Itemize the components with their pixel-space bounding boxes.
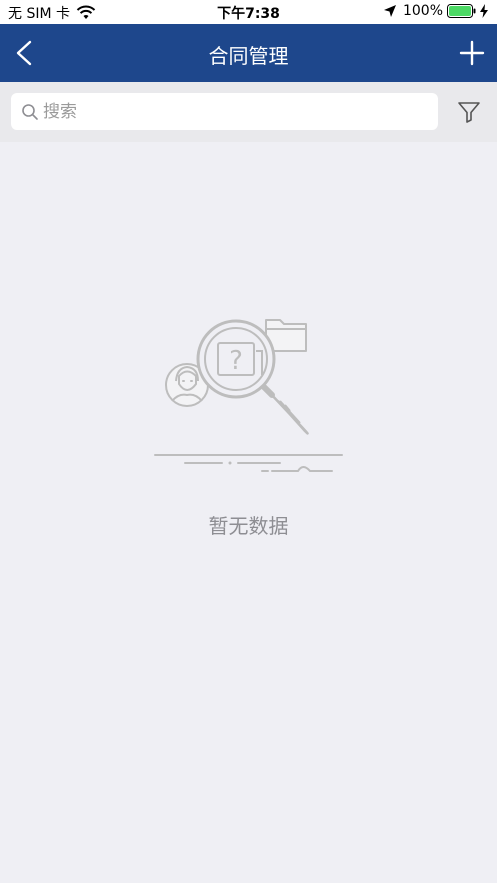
svg-text:?: ? <box>229 346 243 376</box>
battery-icon <box>447 4 476 18</box>
page-title: 合同管理 <box>208 44 289 68</box>
navigation-bar: 合同管理 <box>0 24 497 82</box>
search-input[interactable] <box>41 100 425 123</box>
battery-percent: 100% <box>402 3 443 19</box>
status-bar: 无 SIM 卡 下午7:38 100% <box>0 0 497 24</box>
charging-bolt-icon <box>480 4 488 18</box>
ground-lines <box>154 454 343 472</box>
search-box[interactable] <box>11 93 438 130</box>
status-right: 100% <box>383 3 489 19</box>
empty-state-message: 暂无数据 <box>208 514 289 538</box>
search-area <box>0 82 497 142</box>
empty-data-illustration: ? <box>154 319 343 472</box>
search-icon <box>22 103 38 120</box>
plus-icon[interactable] <box>457 38 487 68</box>
location-arrow-icon <box>383 5 396 17</box>
filter-icon[interactable] <box>457 100 481 124</box>
